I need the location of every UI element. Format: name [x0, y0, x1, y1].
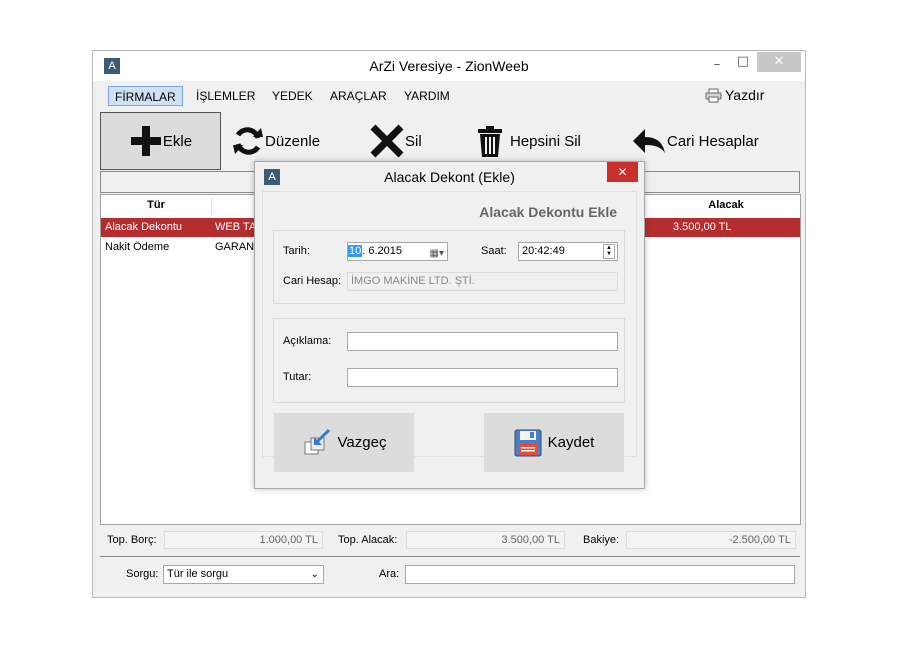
maximize-button[interactable]: □ — [731, 53, 755, 71]
window-title: ArZi Veresiye - ZionWeeb — [369, 58, 529, 74]
dialog-title: Alacak Dekont (Ekle) — [384, 169, 515, 185]
account-label: Cari Hesap: — [283, 275, 342, 287]
account-field: İMGO MAKİNE LTD. ŞTİ. — [347, 272, 618, 291]
divider — [100, 556, 800, 557]
row-account: GARANT — [215, 241, 255, 253]
accounts-button[interactable]: Cari Hesaplar — [631, 112, 759, 170]
date-rest: . 6.2015 — [362, 245, 403, 257]
date-day: 10 — [348, 245, 363, 257]
plus-icon — [130, 126, 161, 156]
print-button[interactable]: Yazdır — [705, 87, 764, 103]
column-header-receivable[interactable]: Alacak — [671, 199, 781, 211]
refresh-icon — [233, 127, 263, 155]
query-select[interactable]: Tür ile sorgu ⌄ — [163, 565, 324, 584]
menu-yedek[interactable]: YEDEK — [272, 86, 313, 106]
trash-icon — [478, 126, 502, 157]
chevron-down-icon: ⌄ — [310, 569, 319, 580]
query-label: Sorgu: — [126, 568, 159, 580]
row-account: WEB TA — [215, 221, 255, 233]
add-button[interactable]: Ekle — [100, 112, 221, 170]
total-receivable-label: Top. Alacak: — [338, 534, 398, 546]
search-label: Ara: — [379, 568, 400, 580]
print-label: Yazdır — [725, 87, 765, 103]
dialog-close-button[interactable]: ✕ — [607, 162, 638, 182]
column-divider — [211, 197, 212, 215]
search-input[interactable] — [405, 565, 795, 584]
date-label: Tarih: — [283, 245, 310, 257]
delete-all-label: Hepsini Sil — [510, 132, 581, 150]
menu-islemler[interactable]: İŞLEMLER — [196, 86, 255, 106]
accounts-label: Cari Hesaplar — [667, 132, 759, 150]
description-input[interactable] — [347, 332, 618, 351]
time-spinner[interactable]: ▲ ▼ — [603, 244, 615, 259]
calendar-icon[interactable]: ▦▾ — [430, 245, 444, 262]
save-label: Kaydet — [547, 434, 595, 451]
amount-label: Tutar: — [283, 371, 312, 383]
floppy-disk-icon — [514, 429, 542, 456]
printer-icon — [705, 88, 722, 102]
menu-araclar[interactable]: ARAÇLAR — [330, 86, 387, 106]
x-icon — [370, 124, 404, 158]
dialog-heading: Alacak Dekontu Ekle — [479, 204, 617, 220]
row-type: Alacak Dekontu — [105, 221, 183, 233]
cancel-icon — [304, 428, 330, 454]
description-label: Açıklama: — [283, 335, 332, 347]
back-arrow-icon — [633, 129, 665, 153]
details-group — [273, 318, 625, 403]
column-header-type[interactable]: Tür — [101, 199, 211, 211]
date-picker[interactable]: 10. 6.2015 ▦▾ — [347, 242, 448, 261]
amount-input[interactable] — [347, 368, 618, 387]
cancel-button[interactable]: Vazgeç — [274, 413, 414, 472]
edit-label: Düzenle — [265, 132, 321, 150]
menu-yardim[interactable]: YARDIM — [404, 86, 450, 106]
cancel-label: Vazgeç — [337, 434, 387, 451]
dialog-window: A Alacak Dekont (Ekle) ✕ Alacak Dekontu … — [254, 161, 645, 489]
time-input[interactable]: 20:42:49 ▲ ▼ — [518, 242, 618, 261]
row-receivable: 3.500,00 TL — [673, 221, 732, 233]
add-label: Ekle — [162, 132, 193, 150]
balance-label: Bakiye: — [583, 534, 620, 546]
total-debt-label: Top. Borç: — [107, 534, 157, 546]
query-selected: Tür ile sorgu — [167, 568, 229, 580]
time-value: 20:42:49 — [522, 245, 565, 257]
title-bar: A ArZi Veresiye - ZionWeeb – □ ✕ — [93, 51, 805, 81]
minimize-button[interactable]: – — [705, 56, 729, 74]
row-type: Nakit Ödeme — [105, 241, 170, 253]
balance-value: -2.500,00 TL — [626, 531, 796, 549]
window-close-button[interactable]: ✕ — [757, 52, 801, 72]
save-button[interactable]: Kaydet — [484, 413, 624, 472]
time-label: Saat: — [481, 245, 507, 257]
menu-firmalar[interactable]: FİRMALAR — [108, 86, 183, 106]
total-debt-value: 1.000,00 TL — [164, 531, 323, 549]
delete-label: Sil — [405, 132, 422, 150]
total-receivable-value: 3.500,00 TL — [406, 531, 565, 549]
